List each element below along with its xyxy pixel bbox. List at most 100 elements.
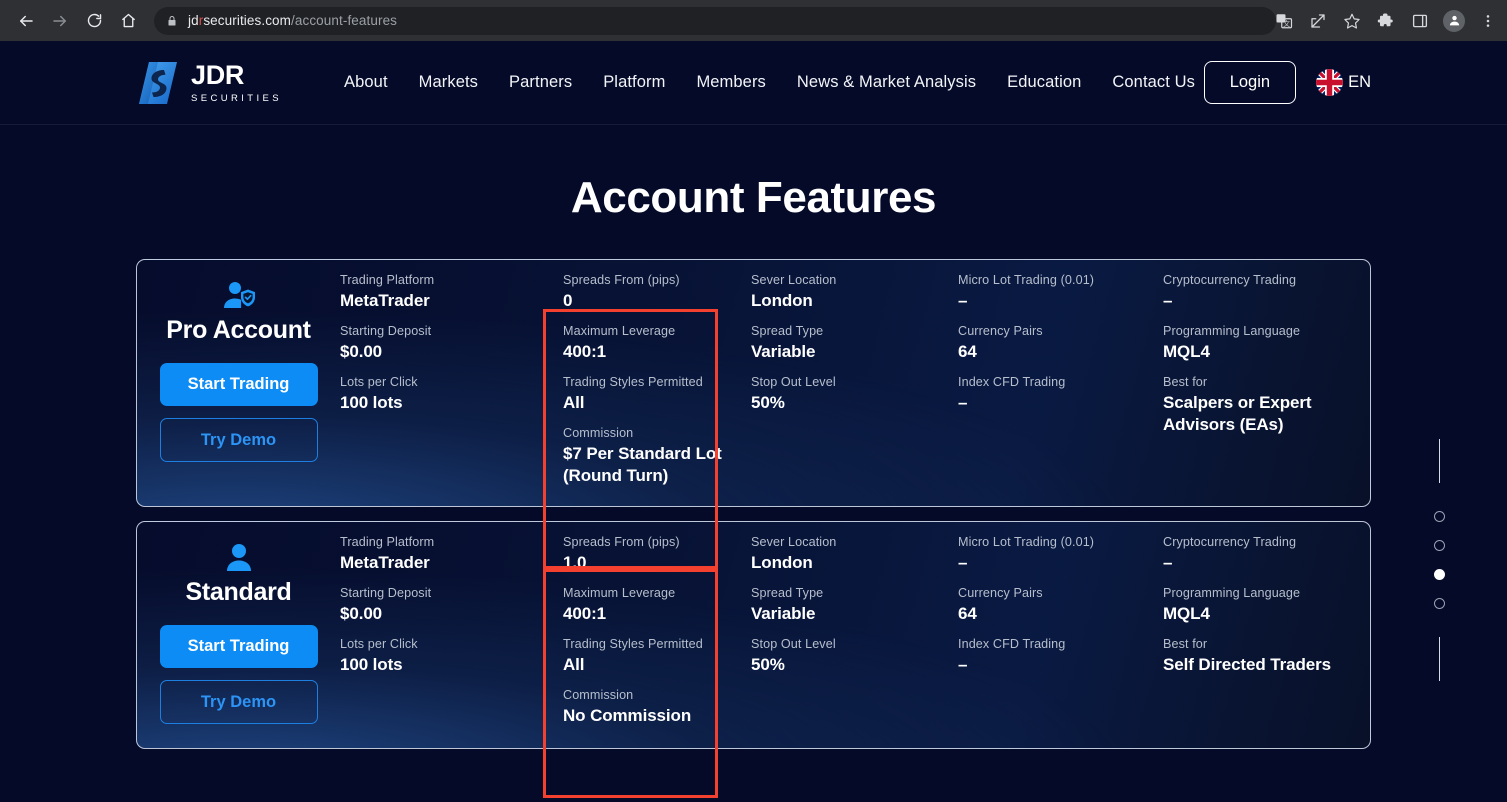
spec-trading-platform: Trading Platform MetaTrader — [340, 534, 548, 574]
user-icon — [225, 540, 253, 572]
spec-trading-styles: Trading Styles Permitted All — [563, 636, 751, 676]
spec-value: – — [958, 291, 968, 310]
pager-dot-2[interactable] — [1434, 540, 1445, 551]
user-shield-icon — [222, 278, 256, 310]
back-arrow-icon — [17, 12, 35, 30]
spec-spread-type: Spread Type Variable — [751, 585, 958, 625]
url-domain-suffix: securities.com — [203, 13, 292, 28]
back-button[interactable] — [10, 5, 42, 37]
logo-subtitle: SECURITIES — [191, 92, 283, 104]
spec-label: Cryptocurrency Trading — [1163, 273, 1297, 287]
try-demo-button-pro[interactable]: Try Demo — [159, 418, 318, 462]
spec-spread-type: Spread Type Variable — [751, 323, 958, 363]
pager-dots — [1434, 511, 1445, 609]
spec-label: Commission — [563, 426, 634, 441]
spec-label: Trading Styles Permitted — [563, 637, 703, 652]
side-panel-icon[interactable] — [1409, 10, 1431, 32]
spec-micro-lot-trading: Micro Lot Trading (0.01) – — [958, 272, 1163, 312]
spec-col-1-standard: Trading Platform MetaTrader Starting Dep… — [340, 534, 548, 748]
url-text: jdrsecurities.com/account-features — [188, 13, 397, 28]
start-trading-button-standard[interactable]: Start Trading — [159, 625, 318, 668]
card-left-standard: Standard Start Trading Try Demo — [137, 522, 340, 748]
spec-value: 64 — [958, 604, 977, 624]
spec-currency-pairs: Currency Pairs 64 — [958, 585, 1163, 625]
spec-best-for: Best for Scalpers or Expert Advisors (EA… — [1163, 374, 1370, 436]
spec-spreads-from: Spreads From (pips) 0 — [563, 272, 751, 312]
star-icon[interactable] — [1341, 10, 1363, 32]
forward-arrow-icon — [51, 12, 69, 30]
spec-spreads-from: Spreads From (pips) 1.0 — [563, 534, 751, 574]
nav-item-news-market-analysis[interactable]: News & Market Analysis — [797, 73, 976, 92]
reload-icon — [86, 12, 103, 29]
spec-starting-deposit: Starting Deposit $0.00 — [340, 585, 548, 625]
url-domain-prefix: jd — [188, 13, 199, 28]
spec-value: MetaTrader — [340, 553, 430, 572]
profile-avatar-icon[interactable] — [1443, 9, 1465, 32]
nav-item-platform[interactable]: Platform — [603, 73, 665, 92]
spec-value: 400:1 — [563, 342, 606, 362]
nav-item-members[interactable]: Members — [696, 73, 765, 92]
spec-label: Best for — [1163, 637, 1208, 652]
spec-cryptocurrency-trading: Cryptocurrency Trading – — [1163, 272, 1370, 312]
pager-dot-1[interactable] — [1434, 511, 1445, 522]
browser-action-icons: 文 — [1273, 0, 1499, 41]
spec-col-2-pro: Spreads From (pips) 0 Maximum Leverage 4… — [548, 272, 751, 506]
pager-line-top — [1438, 439, 1441, 483]
language-selector[interactable]: EN — [1316, 69, 1371, 96]
spec-value: 100 lots — [340, 655, 403, 675]
home-button[interactable] — [112, 5, 144, 37]
browser-toolbar: jdrsecurities.com/account-features 文 — [0, 0, 1507, 41]
spec-col-4-pro: Micro Lot Trading (0.01) – Currency Pair… — [958, 272, 1163, 506]
pager-dot-4[interactable] — [1434, 598, 1445, 609]
share-icon[interactable] — [1307, 10, 1329, 32]
reload-button[interactable] — [78, 5, 110, 37]
spec-value: No Commission — [563, 706, 692, 726]
spec-programming-language: Programming Language MQL4 — [1163, 585, 1370, 625]
spec-value: 64 — [958, 342, 977, 362]
spec-value: – — [1163, 291, 1173, 310]
login-button[interactable]: Login — [1203, 61, 1297, 104]
card-title-standard: Standard — [185, 578, 292, 606]
spec-value: – — [958, 553, 968, 572]
spec-label: Spreads From (pips) — [563, 273, 680, 287]
spec-label: Micro Lot Trading (0.01) — [958, 535, 1095, 549]
spec-value: – — [958, 655, 968, 675]
spec-col-1-pro: Trading Platform MetaTrader Starting Dep… — [340, 272, 548, 506]
pager-dot-3[interactable] — [1434, 569, 1445, 580]
spec-label: Maximum Leverage — [563, 324, 676, 339]
address-bar[interactable]: jdrsecurities.com/account-features — [154, 6, 1276, 35]
nav-item-partners[interactable]: Partners — [509, 73, 572, 92]
nav-item-education[interactable]: Education — [1007, 73, 1081, 92]
forward-button[interactable] — [44, 5, 76, 37]
pager-line-bottom — [1438, 637, 1441, 681]
language-code: EN — [1348, 73, 1371, 91]
start-trading-button-pro[interactable]: Start Trading — [159, 363, 318, 406]
uk-flag-icon — [1316, 69, 1344, 96]
spec-label: Starting Deposit — [340, 586, 432, 601]
spec-server-location: Sever Location London — [751, 272, 958, 312]
avatar — [1443, 9, 1465, 32]
spec-value: $0.00 — [340, 342, 383, 362]
try-demo-button-standard[interactable]: Try Demo — [159, 680, 318, 724]
home-icon — [120, 12, 137, 29]
nav-item-contact-us[interactable]: Contact Us — [1112, 73, 1195, 92]
nav-item-markets[interactable]: Markets — [419, 73, 478, 92]
spec-currency-pairs: Currency Pairs 64 — [958, 323, 1163, 363]
translate-icon[interactable]: 文 — [1273, 10, 1295, 32]
spec-stop-out-level: Stop Out Level 50% — [751, 636, 958, 676]
site-logo[interactable]: JDR SECURITIES — [136, 60, 282, 106]
spec-value: MQL4 — [1163, 342, 1210, 362]
logo-wordmark: JDR SECURITIES — [191, 61, 283, 104]
page-content: JDR SECURITIES About Markets Partners Pl… — [0, 41, 1507, 802]
browser-nav-buttons — [10, 5, 144, 37]
three-dot-menu-icon[interactable] — [1477, 10, 1499, 32]
puzzle-extensions-icon[interactable] — [1375, 10, 1397, 32]
spec-col-4-standard: Micro Lot Trading (0.01) – Currency Pair… — [958, 534, 1163, 748]
jdr-logo-mark-icon — [136, 60, 180, 106]
spec-label: Trading Platform — [340, 273, 435, 287]
nav-item-about[interactable]: About — [344, 73, 388, 92]
spec-label: Index CFD Trading — [958, 637, 1066, 652]
spec-value: 50% — [751, 655, 785, 675]
spec-value: MetaTrader — [340, 291, 430, 310]
spec-value: Variable — [751, 342, 816, 362]
